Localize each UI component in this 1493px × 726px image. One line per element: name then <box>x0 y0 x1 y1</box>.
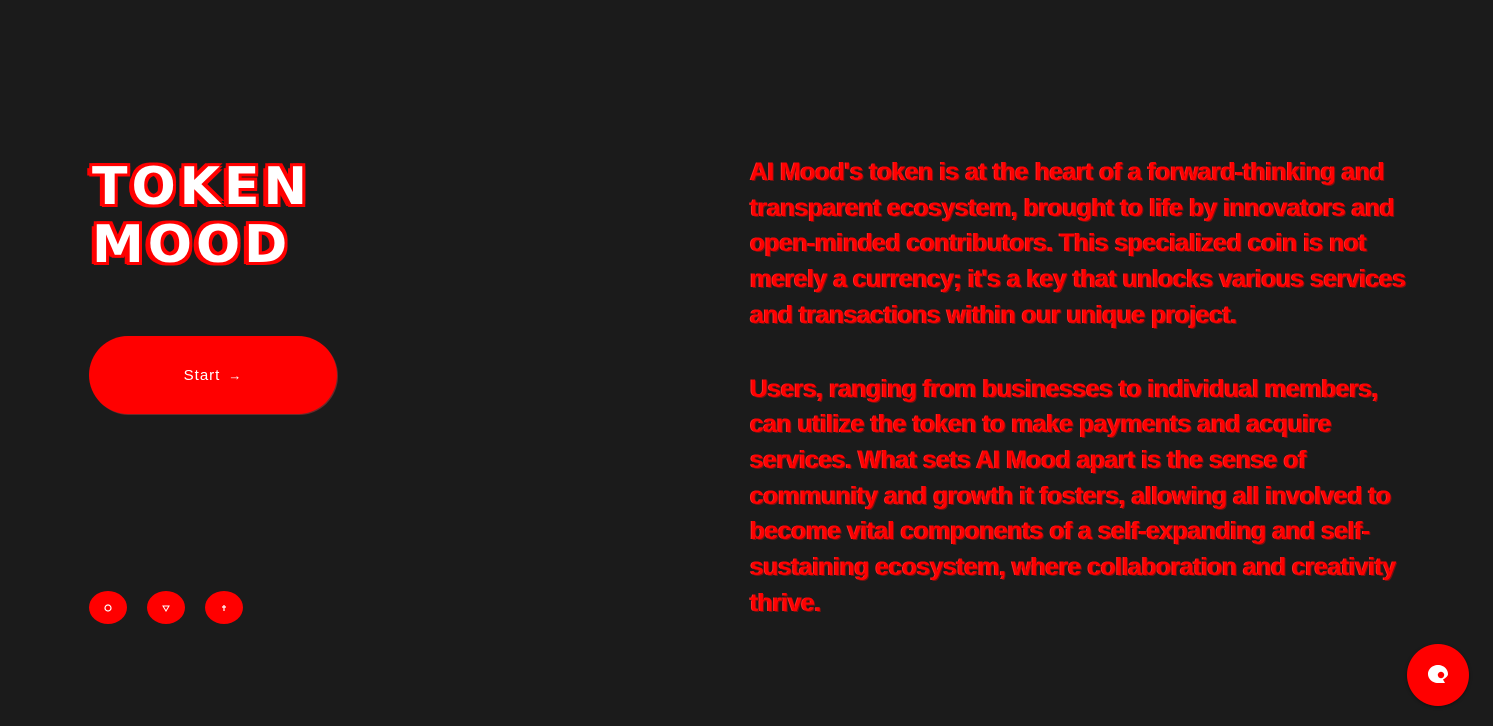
chat-icon <box>1428 665 1448 683</box>
social-link-3[interactable] <box>205 591 243 624</box>
title-line-token: TOKEN <box>92 157 312 217</box>
chat-widget-button[interactable] <box>1407 644 1469 706</box>
description-paragraph-2: Users, ranging from businesses to indivi… <box>750 374 1396 617</box>
description-paragraph-1: AI Mood's token is at the heart of a for… <box>750 158 1406 329</box>
social-icon-2 <box>162 605 170 612</box>
start-button-label: Start <box>183 366 221 384</box>
page-title: TOKEN MOOD <box>92 158 311 274</box>
token-page: TOKEN MOOD Start → AI Mood's token is at… <box>0 0 1493 726</box>
social-links <box>89 591 243 624</box>
social-icon-3 <box>222 604 226 611</box>
social-icon-1 <box>104 603 112 612</box>
title-line-mood: MOOD <box>92 215 292 275</box>
token-description: AI Mood's token is at the heart of a for… <box>750 155 1410 659</box>
social-link-1[interactable] <box>89 591 127 624</box>
start-button[interactable]: Start → <box>89 336 337 414</box>
social-link-2[interactable] <box>147 591 185 624</box>
arrow-right-icon: → <box>228 367 243 383</box>
